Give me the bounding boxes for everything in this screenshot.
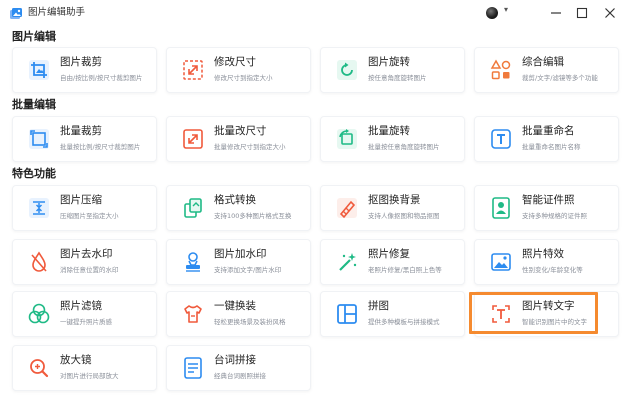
tool-card-batch-crop[interactable]: 批量裁剪 批量按比例/按尺寸裁剪图片 (12, 116, 157, 162)
tool-card-batch-rotate[interactable]: 批量旋转 批量按任意角度旋转图片 (320, 116, 465, 162)
tool-card-photo-restore[interactable]: 照片修复 老照片修复/黑白照上色等 (320, 239, 465, 285)
tool-card-format-convert[interactable]: 格式转换 支持100多种图片格式互换 (166, 185, 311, 231)
ocr-icon (487, 300, 515, 328)
tool-card-compress[interactable]: 图片压缩 压缩图片至指定大小 (12, 185, 157, 231)
tool-desc: 对图片进行局部放大 (60, 372, 119, 380)
tool-desc: 消除任意位置的水印 (60, 266, 119, 274)
resize-icon (179, 56, 207, 84)
crop-icon (25, 56, 53, 84)
tool-card-batch-resize[interactable]: 批量改尺寸 批量修改尺寸到指定大小 (166, 116, 311, 162)
rename-icon (487, 125, 515, 153)
tool-label: 图片去水印 (60, 248, 113, 260)
tool-label: 照片修复 (368, 248, 410, 260)
tool-desc: 支持人像抠图和物品抠图 (368, 212, 440, 220)
minimize-icon[interactable] (548, 5, 564, 21)
maximize-icon[interactable] (574, 5, 590, 21)
account-menu-caret-icon[interactable]: ▾ (504, 5, 508, 14)
tool-label: 抠图换背景 (368, 194, 421, 206)
tool-card-image-to-text[interactable]: 图片转文字 智能识别图片中的文字 (474, 291, 619, 337)
tool-label: 批量重命名 (522, 125, 575, 137)
tool-label: 图片裁剪 (60, 56, 102, 68)
tool-desc: 批量修改尺寸到指定大小 (214, 143, 286, 151)
tool-card-photo-filter[interactable]: 照片滤镜 一键提升照片质感 (12, 291, 157, 337)
magic-wand-icon (333, 248, 361, 276)
tool-desc: 一键提升照片质感 (60, 318, 112, 326)
tool-card-magnifier[interactable]: 放大镜 对图片进行局部放大 (12, 345, 157, 391)
tool-desc: 性别变化/年龄变化等 (522, 266, 583, 274)
tool-desc: 自由/按比例/按尺寸裁剪图片 (60, 74, 143, 82)
tool-card-rotate[interactable]: 图片旋转 按任意角度旋转图片 (320, 47, 465, 93)
tool-card-photo-effects[interactable]: 照片特效 性别变化/年龄变化等 (474, 239, 619, 285)
tool-label: 智能证件照 (522, 194, 575, 206)
tool-label: 照片特效 (522, 248, 564, 260)
tool-desc: 批量重命名图片名称 (522, 143, 581, 151)
subtitle-icon (179, 354, 207, 382)
batch-rotate-icon (333, 125, 361, 153)
tool-desc: 裁剪/文字/滤镜等多个功能 (522, 74, 598, 82)
rotate-icon (333, 56, 361, 84)
remove-watermark-icon (25, 248, 53, 276)
tool-desc: 支持添加文字/图片水印 (214, 266, 282, 274)
tool-desc: 轻松更换场景及装扮风格 (214, 318, 286, 326)
tool-desc: 老照片修复/黑白照上色等 (368, 266, 442, 274)
section-title-batch-edit: 批量编辑 (12, 98, 56, 111)
tool-desc: 智能识别图片中的文字 (522, 318, 587, 326)
tool-label: 台词拼接 (214, 354, 256, 366)
tool-label: 修改尺寸 (214, 56, 256, 68)
tool-desc: 修改尺寸到指定大小 (214, 74, 273, 82)
tool-desc: 按任意角度旋转图片 (368, 74, 427, 82)
app-logo-icon (9, 6, 23, 20)
id-photo-icon (487, 194, 515, 222)
tool-label: 拼图 (368, 300, 389, 312)
tool-card-image-crop[interactable]: 图片裁剪 自由/按比例/按尺寸裁剪图片 (12, 47, 157, 93)
tool-desc: 批量按任意角度旋转图片 (368, 143, 440, 151)
effects-icon (487, 248, 515, 276)
tool-desc: 支持多种规格的证件照 (522, 212, 587, 220)
tool-card-remove-watermark[interactable]: 图片去水印 消除任意位置的水印 (12, 239, 157, 285)
avatar[interactable] (486, 7, 498, 19)
magnifier-icon (25, 354, 53, 382)
batch-resize-icon (179, 125, 207, 153)
tool-desc: 经典台词剧照拼接 (214, 372, 266, 380)
add-watermark-icon (179, 248, 207, 276)
title-bar: 图片编辑助手 ▾ (0, 0, 640, 26)
tool-card-cutout-background[interactable]: 抠图换背景 支持人像抠图和物品抠图 (320, 185, 465, 231)
tool-label: 照片滤镜 (60, 300, 102, 312)
tool-label: 图片转文字 (522, 300, 575, 312)
convert-icon (179, 194, 207, 222)
tool-card-add-watermark[interactable]: 图片加水印 支持添加文字/图片水印 (166, 239, 311, 285)
cutout-icon (333, 194, 361, 222)
tool-label: 图片压缩 (60, 194, 102, 206)
tool-label: 批量改尺寸 (214, 125, 267, 137)
tool-label: 批量旋转 (368, 125, 410, 137)
filter-icon (25, 300, 53, 328)
tool-label: 批量裁剪 (60, 125, 102, 137)
tool-label: 图片旋转 (368, 56, 410, 68)
batch-crop-icon (25, 125, 53, 153)
collage-icon (333, 300, 361, 328)
section-title-features: 特色功能 (12, 167, 56, 180)
close-icon[interactable] (602, 5, 618, 21)
tool-card-batch-rename[interactable]: 批量重命名 批量重命名图片名称 (474, 116, 619, 162)
outfit-icon (179, 300, 207, 328)
tool-desc: 批量按比例/按尺寸裁剪图片 (60, 143, 141, 151)
tool-card-subtitle-stitch[interactable]: 台词拼接 经典台词剧照拼接 (166, 345, 311, 391)
compress-icon (25, 194, 53, 222)
tool-label: 综合编辑 (522, 56, 564, 68)
tool-desc: 提供多种模板与拼接模式 (368, 318, 440, 326)
section-title-image-edit: 图片编辑 (12, 30, 56, 43)
tool-label: 图片加水印 (214, 248, 267, 260)
shapes-icon (487, 56, 515, 84)
tool-card-resize[interactable]: 修改尺寸 修改尺寸到指定大小 (166, 47, 311, 93)
tool-card-composite-edit[interactable]: 综合编辑 裁剪/文字/滤镜等多个功能 (474, 47, 619, 93)
tool-card-collage[interactable]: 拼图 提供多种模板与拼接模式 (320, 291, 465, 337)
tool-label: 格式转换 (214, 194, 256, 206)
tool-label: 一键换装 (214, 300, 256, 312)
app-title: 图片编辑助手 (28, 7, 86, 18)
tool-card-id-photo[interactable]: 智能证件照 支持多种规格的证件照 (474, 185, 619, 231)
tool-card-outfit-change[interactable]: 一键换装 轻松更换场景及装扮风格 (166, 291, 311, 337)
tool-label: 放大镜 (60, 354, 92, 366)
tool-desc: 支持100多种图片格式互换 (214, 212, 292, 220)
tool-desc: 压缩图片至指定大小 (60, 212, 119, 220)
